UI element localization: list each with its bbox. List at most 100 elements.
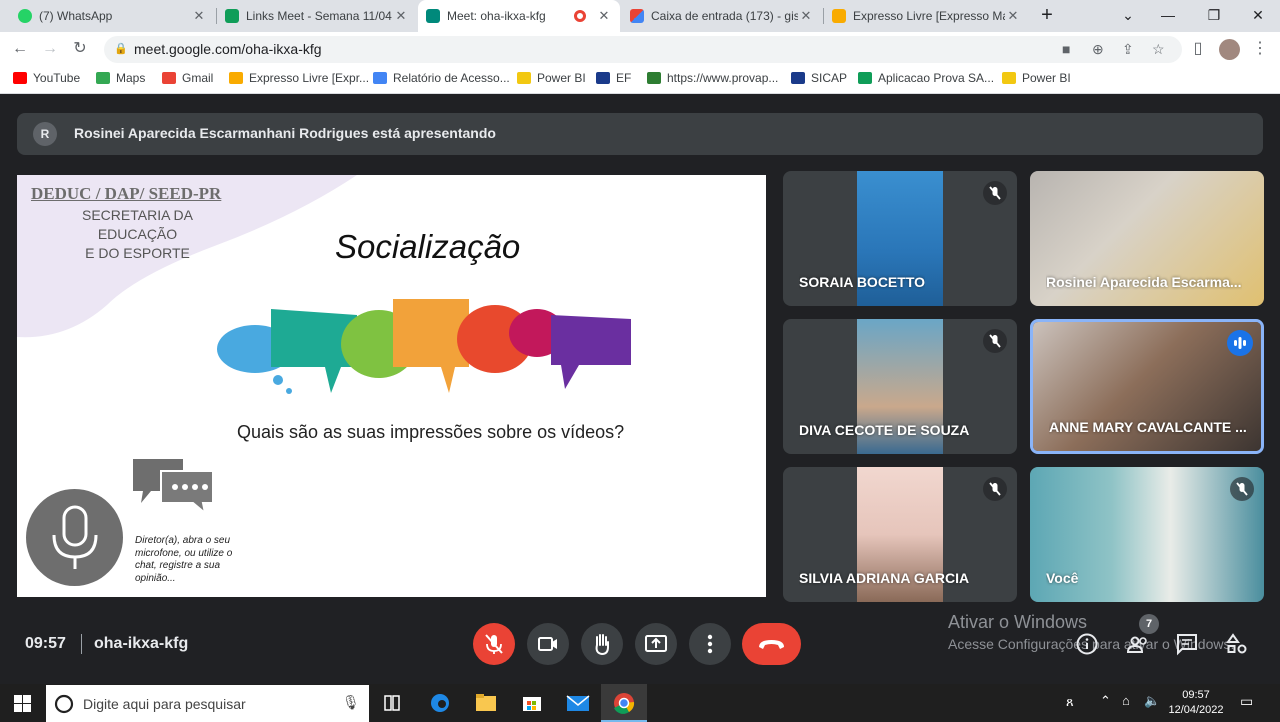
bookmark-label: Power BI [1022,71,1071,85]
people-icon [1126,636,1147,653]
powerbi-icon [1002,72,1016,84]
meeting-details-button[interactable] [1075,632,1099,656]
report-icon [373,72,387,84]
participant-tile[interactable]: Rosinei Aparecida Escarma... [1030,171,1264,306]
close-window-button[interactable]: ✕ [1236,0,1280,32]
mic-off-icon [1230,477,1254,501]
expresso-icon [832,9,846,23]
participant-tile-self[interactable]: Você [1030,467,1264,602]
recording-icon [574,10,586,22]
youtube-icon [13,72,27,84]
hand-icon [595,634,609,656]
chat-button[interactable] [1175,632,1199,656]
address-bar[interactable]: 🔒 meet.google.com/oha-ikxa-kfg ■ ⊕ ⇪ ☆ [104,36,1182,63]
notifications-icon[interactable]: ▭ [1240,693,1253,710]
network-icon[interactable]: ⌂ [1122,693,1130,708]
taskbar-time: 09:57 [1182,689,1210,701]
bookmark-label: Power BI [537,71,586,85]
close-icon[interactable]: ✕ [393,8,409,24]
bookmark-star-icon[interactable]: ☆ [1152,41,1165,58]
back-icon[interactable]: ← [10,39,30,59]
mail-icon[interactable] [555,684,601,722]
taskbar-search[interactable]: Digite aqui para pesquisar 🎙 [46,685,369,722]
slide-instructions: Diretor(a), abra o seu microfone, ou uti… [135,535,233,584]
share-icon[interactable]: ⇪ [1122,41,1134,58]
bookmark-gmail[interactable]: Gmail [162,71,213,85]
close-icon[interactable]: ✕ [798,8,814,24]
bookmark-expresso[interactable]: Expresso Livre [Expr... [229,71,369,85]
tab-meet[interactable]: Meet: oha-ikxa-kfg ✕ [418,0,620,32]
participant-name: SILVIA ADRIANA GARCIA [799,570,970,586]
file-explorer-icon[interactable] [463,684,509,722]
tab-whatsapp[interactable]: (7) WhatsApp ✕ [10,0,215,32]
people-tray-icon[interactable]: ጸ [1066,694,1074,710]
activities-button[interactable] [1225,632,1249,656]
task-view-icon[interactable] [369,684,415,722]
participant-tile[interactable]: DIVA CECOTE DE SOUZA [783,319,1017,454]
new-tab-button[interactable]: + [1025,0,1069,32]
bookmark-aplicacao-prova[interactable]: Aplicacao Prova SA... [858,71,994,85]
camera-toggle-button[interactable] [527,623,569,665]
lock-icon: 🔒 [114,43,128,55]
show-hidden-icons-icon[interactable]: ⌃ [1100,693,1111,709]
mic-toggle-button[interactable] [473,623,515,665]
windows-taskbar: Digite aqui para pesquisar 🎙 ጸ ⌃ ⌂ 🔈 09:… [0,684,1280,722]
tab-search-icon[interactable]: ⌄ [1106,0,1150,32]
tab-links-meet[interactable]: Links Meet - Semana 11/04 a ✕ [217,0,417,32]
participant-name: Você [1046,570,1079,586]
forward-icon[interactable]: → [40,39,60,59]
edge-icon[interactable] [417,684,463,722]
bookmark-relatorio[interactable]: Relatório de Acesso... [373,71,510,85]
divider [81,634,82,654]
close-icon[interactable]: ✕ [596,8,612,24]
reload-icon[interactable]: ↻ [70,39,90,59]
taskbar-date: 12/04/2022 [1168,704,1224,716]
windows-start-icon[interactable] [14,695,31,717]
sheets-icon [858,72,872,84]
chat-bubbles-icon [133,459,214,515]
restore-button[interactable]: ❐ [1192,0,1236,32]
gmail-icon [630,9,644,23]
bookmark-label: Aplicacao Prova SA... [878,71,995,85]
volume-icon[interactable]: 🔈 [1144,693,1160,709]
bookmark-powerbi-2[interactable]: Power BI [1002,71,1071,85]
participant-tile[interactable]: SILVIA ADRIANA GARCIA [783,467,1017,602]
bookmark-label: Expresso Livre [Expr... [249,71,370,85]
slide-question: Quais são as suas impressões sobre os ví… [237,422,625,442]
meet-control-bar: 09:57 oha-ikxa-kfg Ativar o Windows Aces… [0,606,1280,684]
camera-icon[interactable]: ■ [1062,41,1070,57]
chrome-icon[interactable] [601,684,647,722]
participant-tile-speaking[interactable]: ANNE MARY CAVALCANTE ... [1030,319,1264,454]
bookmark-ef[interactable]: EF [596,71,631,85]
raise-hand-button[interactable] [581,623,623,665]
minimize-button[interactable]: — [1146,0,1190,32]
store-icon[interactable] [509,684,555,722]
close-icon[interactable]: ✕ [1005,8,1021,24]
microphone-icon[interactable]: 🎙 [342,694,360,711]
bookmark-youtube[interactable]: YouTube [13,71,80,85]
bookmark-label: SICAP [811,71,848,85]
menu-icon[interactable]: ⋮ [1250,39,1270,59]
side-panel-icon[interactable]: ▯ [1188,39,1208,59]
close-icon[interactable]: ✕ [191,8,207,24]
info-icon [1076,633,1098,655]
bookmark-provap[interactable]: https://www.provap... [647,71,778,85]
tab-expresso[interactable]: Expresso Livre [Expresso Mai ✕ [824,0,1029,32]
zoom-icon[interactable]: ⊕ [1092,41,1104,58]
bookmark-maps[interactable]: Maps [96,71,145,85]
tab-label: Expresso Livre [Expresso Mai [853,9,1005,23]
present-screen-button[interactable] [635,623,677,665]
taskbar-clock[interactable]: 09:57 12/04/2022 [1168,688,1224,718]
profile-avatar[interactable] [1219,39,1240,60]
leave-call-button[interactable] [742,623,801,665]
bookmark-powerbi[interactable]: Power BI [517,71,586,85]
mic-off-icon [485,634,503,654]
page-icon [647,72,661,84]
tab-gmail[interactable]: Caixa de entrada (173) - gise ✕ [622,0,822,32]
slide-org-lines: SECRETARIA DA EDUCAÇÃO E DO ESPORTE [45,206,230,263]
bookmark-sicap[interactable]: SICAP [791,71,847,85]
people-button[interactable] [1126,632,1150,656]
browser-tab-strip: (7) WhatsApp ✕ Links Meet - Semana 11/04… [0,0,1280,32]
more-options-button[interactable] [689,623,731,665]
participant-tile[interactable]: SORAIA BOCETTO [783,171,1017,306]
